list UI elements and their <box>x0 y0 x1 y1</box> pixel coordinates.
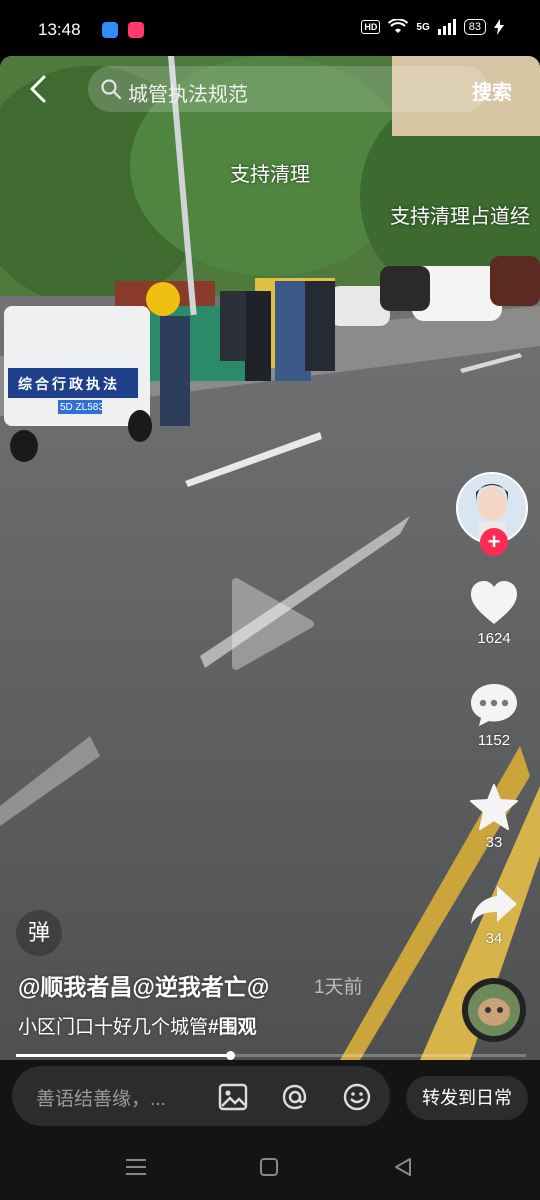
music-cover-image <box>468 984 520 1036</box>
back-arrow-icon[interactable] <box>26 74 52 104</box>
share-button[interactable]: 34 <box>462 884 526 947</box>
bottom-bar: 善语结善缘，... 转发到日常 <box>0 1060 540 1200</box>
danmaku-comment: 支持清理 <box>230 164 310 186</box>
caption-hashtag[interactable]: #围观 <box>208 1017 257 1038</box>
favorite-button[interactable]: 33 <box>462 784 526 851</box>
search-button[interactable]: 搜索 <box>472 76 512 105</box>
home-icon[interactable] <box>260 1158 278 1176</box>
emoji-icon[interactable] <box>342 1082 372 1112</box>
license-plate: 5D ZL583 <box>60 402 104 413</box>
network-type: 5G <box>416 21 430 33</box>
top-bar: 城管执法规范 搜索 <box>0 56 540 126</box>
progress-fill <box>16 1054 231 1057</box>
post-time: 1天前 <box>314 977 363 998</box>
star-icon <box>470 784 518 830</box>
search-input[interactable]: 城管执法规范 <box>88 66 488 112</box>
like-count: 1624 <box>477 630 511 647</box>
danmaku-toggle-button[interactable]: 弹 <box>16 910 62 956</box>
back-nav-icon[interactable] <box>394 1158 412 1176</box>
comment-button[interactable]: 1152 <box>462 682 526 749</box>
hd-icon: HD <box>361 20 381 34</box>
mention-icon[interactable] <box>280 1082 310 1112</box>
comment-placeholder: 善语结善缘，... <box>36 1089 166 1110</box>
comment-count: 1152 <box>477 732 511 749</box>
post-caption: 小区门口十好几个城管#围观 <box>18 1012 257 1039</box>
comment-input[interactable]: 善语结善缘，... <box>12 1066 390 1126</box>
favorite-count: 33 <box>485 834 503 851</box>
share-count: 34 <box>485 930 503 947</box>
battery-indicator: 83 <box>463 19 486 35</box>
caption-text: 小区门口十好几个城管 <box>18 1017 209 1038</box>
search-query: 城管执法规范 <box>128 84 248 106</box>
follow-plus-icon[interactable]: + <box>480 528 508 556</box>
charging-icon <box>494 19 504 35</box>
music-notification-icon <box>128 22 144 38</box>
like-button[interactable]: 1624 <box>462 580 526 647</box>
video-player[interactable]: 支持清理 支持清理占道经 综合行政执法 5D ZL583 <box>0 56 540 1060</box>
status-icons: HD 5G 83 <box>361 19 504 35</box>
vehicle-door-text: 综合行政执法 <box>18 376 120 392</box>
image-icon[interactable] <box>218 1082 248 1112</box>
menu-icon[interactable] <box>126 1158 146 1176</box>
signal-icon <box>437 19 456 35</box>
danmaku-comment: 支持清理占道经 <box>390 206 530 228</box>
play-icon[interactable] <box>226 576 316 672</box>
share-to-daily-button[interactable]: 转发到日常 <box>406 1076 528 1120</box>
music-disc-icon[interactable] <box>462 978 526 1042</box>
status-bar: 13:48 HD 5G 83 <box>0 0 540 56</box>
heart-icon <box>471 581 517 624</box>
system-nav-bar <box>0 1148 540 1188</box>
app-notification-icon <box>102 22 118 38</box>
wifi-icon <box>388 19 409 33</box>
search-icon <box>101 79 122 100</box>
author-name[interactable]: @顺我者昌@逆我者亡@ <box>18 968 269 1002</box>
status-time: 13:48 <box>38 20 81 39</box>
comment-bubble-icon <box>471 684 517 726</box>
video-progress-bar[interactable] <box>16 1051 526 1060</box>
share-arrow-icon <box>471 886 517 924</box>
